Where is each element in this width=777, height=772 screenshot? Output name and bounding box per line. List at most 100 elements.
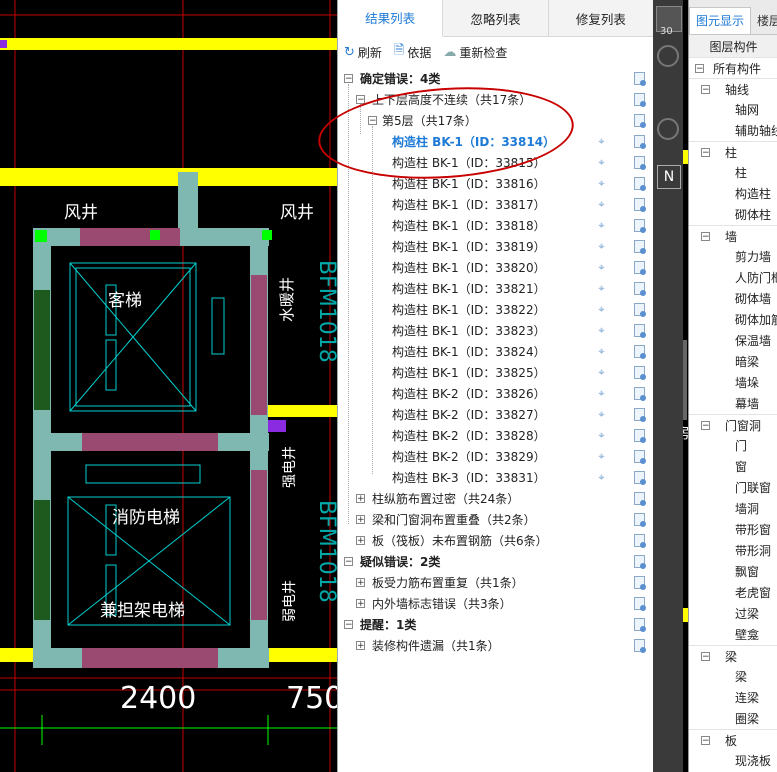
tree-item-column[interactable]: 构造柱 BK-1（ID：33823） ⌖ [338,320,653,341]
tab-ignored[interactable]: 忽略列表 [443,0,549,36]
tab-results[interactable]: 结果列表 [338,0,444,37]
layer-item[interactable]: 壁龛 [689,624,777,645]
collapse-icon[interactable]: − [701,148,710,158]
locate-icon[interactable]: ⌖ [596,430,607,441]
locate-icon[interactable]: ⌖ [596,157,607,168]
locate-icon[interactable]: ⌖ [596,367,607,378]
collapse-icon[interactable]: − [701,85,710,95]
layer-item[interactable]: 过梁 [689,603,777,624]
report-icon[interactable] [634,534,646,548]
layer-item[interactable]: 现浇板 [689,750,777,771]
locate-icon[interactable]: ⌖ [596,472,607,483]
basis-button[interactable]: 🗎 依据 [394,41,431,63]
tree-item-column[interactable]: 构造柱 BK-1（ID：33820） ⌖ [338,257,653,278]
layer-item[interactable]: 飘窗 [689,561,777,582]
layer-group[interactable]: − 门窗洞 [689,414,777,436]
tree-item-column[interactable]: 构造柱 BK-3（ID：33831） ⌖ [338,467,653,488]
report-icon[interactable] [634,618,646,632]
view-navigation-strip[interactable]: 30 N [653,0,687,772]
report-icon[interactable] [634,387,646,401]
report-icon[interactable] [634,555,646,569]
report-icon[interactable] [634,471,646,485]
locate-icon[interactable]: ⌖ [596,388,607,399]
tree-item-column[interactable]: 构造柱 BK-1（ID：33819） ⌖ [338,236,653,257]
layer-group[interactable]: − 所有构件 [689,57,777,79]
locate-icon[interactable]: ⌖ [596,451,607,462]
tab-fixed[interactable]: 修复列表 [549,0,653,36]
tree-group-reminder[interactable]: − 提醒：1类 [338,614,653,635]
locate-icon[interactable]: ⌖ [596,262,607,273]
layer-item[interactable]: 带形洞 [689,540,777,561]
north-icon[interactable]: N [657,165,681,189]
tree-category-slab-rebar-duplicate[interactable]: + 板受力筋布置重复（共1条） [338,572,653,593]
layer-item[interactable]: 窗 [689,456,777,477]
locate-icon[interactable]: ⌖ [596,220,607,231]
report-icon[interactable] [634,219,646,233]
layer-item[interactable]: 砌体柱 [689,204,777,225]
layer-item[interactable]: 连梁 [689,687,777,708]
expand-icon[interactable]: + [356,641,365,651]
orbit-icon[interactable] [657,45,679,67]
collapse-icon[interactable]: − [344,74,353,84]
report-icon[interactable] [634,303,646,317]
report-icon[interactable] [634,429,646,443]
tree-group-suspected[interactable]: − 疑似错误：2类 [338,551,653,572]
collapse-icon[interactable]: − [344,557,353,567]
report-icon[interactable] [634,198,646,212]
layer-group[interactable]: − 梁 [689,645,777,667]
report-icon[interactable] [634,345,646,359]
tree-category-decoration-missing[interactable]: + 装修构件遗漏（共1条） [338,635,653,656]
report-icon[interactable] [634,597,646,611]
layer-item[interactable]: 轴网 [689,99,777,120]
layer-item[interactable]: 幕墙 [689,393,777,414]
layer-group[interactable]: − 墙 [689,225,777,247]
collapse-icon[interactable]: − [695,64,704,74]
tree-category-wall-flag-error[interactable]: + 内外墙标志错误（共3条） [338,593,653,614]
tree-category-beam-opening-overlap[interactable]: + 梁和门窗洞布置重叠（共2条） [338,509,653,530]
collapse-icon[interactable]: − [701,652,710,662]
report-icon[interactable] [634,408,646,422]
layer-item[interactable]: 圈梁 [689,708,777,729]
report-icon[interactable] [634,492,646,506]
tab-floor[interactable]: 楼层 [751,8,777,34]
tree-item-column[interactable]: 构造柱 BK-1（ID：33817） ⌖ [338,194,653,215]
tree-item-column[interactable]: 构造柱 BK-1（ID：33822） ⌖ [338,299,653,320]
collapse-icon[interactable]: − [344,620,353,630]
locate-icon[interactable]: ⌖ [596,283,607,294]
report-icon[interactable] [634,240,646,254]
locate-icon[interactable]: ⌖ [596,346,607,357]
layer-item[interactable]: 柱 [689,162,777,183]
layer-item[interactable]: 构造柱 [689,183,777,204]
recheck-button[interactable]: ☁ 重新检查 [443,44,507,61]
collapse-icon[interactable]: − [701,232,710,242]
report-icon[interactable] [634,72,646,86]
tree-item-column[interactable]: 构造柱 BK-1（ID：33821） ⌖ [338,278,653,299]
locate-icon[interactable]: ⌖ [596,325,607,336]
report-icon[interactable] [634,177,646,191]
locate-icon[interactable]: ⌖ [596,409,607,420]
tree-item-column[interactable]: 构造柱 BK-1（ID：33824） ⌖ [338,341,653,362]
layer-item[interactable]: 暗梁 [689,351,777,372]
locate-icon[interactable]: ⌖ [596,241,607,252]
locate-icon[interactable]: ⌖ [596,136,607,147]
layer-item[interactable]: 砌体墙 [689,288,777,309]
tree-item-column[interactable]: 构造柱 BK-2（ID：33829） ⌖ [338,446,653,467]
report-icon[interactable] [634,639,646,653]
collapse-icon[interactable]: − [701,421,710,431]
expand-icon[interactable]: + [356,536,365,546]
layer-item[interactable]: 人防门框墙 [689,267,777,288]
layer-item[interactable]: 砌体加筋 [689,309,777,330]
report-icon[interactable] [634,324,646,338]
layer-group[interactable]: − 柱 [689,141,777,163]
report-icon[interactable] [634,576,646,590]
report-icon[interactable] [634,282,646,296]
layer-group[interactable]: − 轴线 [689,78,777,100]
report-icon[interactable] [634,366,646,380]
layer-group[interactable]: − 板 [689,729,777,751]
layer-item[interactable]: 老虎窗 [689,582,777,603]
tree-item-column[interactable]: 构造柱 BK-2（ID：33828） ⌖ [338,425,653,446]
report-icon[interactable] [634,93,646,107]
expand-icon[interactable]: + [356,599,365,609]
tab-element-display[interactable]: 图元显示 [689,7,752,34]
report-icon[interactable] [634,135,646,149]
